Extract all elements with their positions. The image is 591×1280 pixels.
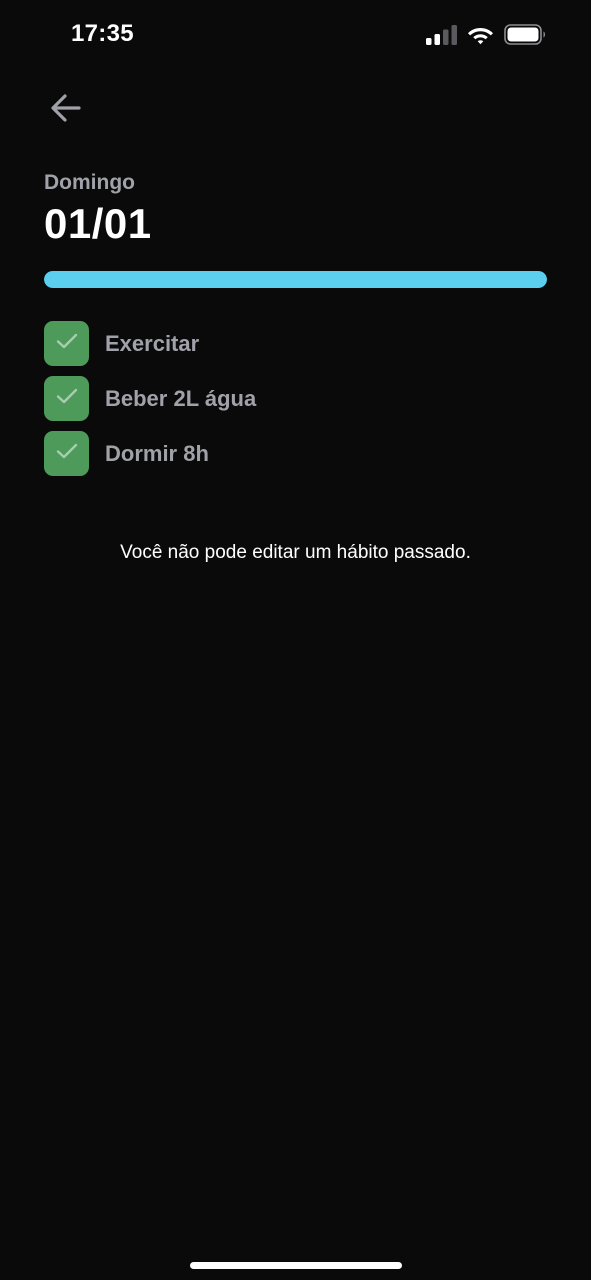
habit-checkbox[interactable] <box>44 376 89 421</box>
habit-label: Dormir 8h <box>105 440 209 466</box>
checkmark-icon <box>55 384 79 413</box>
habit-item-dormir[interactable]: Dormir 8h <box>44 431 256 476</box>
progress-bar <box>44 271 547 288</box>
habit-checkbox[interactable] <box>44 431 89 476</box>
habit-label: Exercitar <box>105 330 200 356</box>
cellular-signal-icon <box>426 24 457 50</box>
habit-list: Exercitar Beber 2L água Dormir 8h <box>44 321 256 486</box>
past-habit-notice: Você não pode editar um hábito passado. <box>120 542 471 563</box>
habit-label: Beber 2L água <box>105 385 257 411</box>
home-indicator[interactable] <box>190 1262 402 1269</box>
status-icons <box>426 24 547 50</box>
checkmark-icon <box>55 329 79 358</box>
wifi-icon <box>467 25 494 50</box>
date-title: 01/01 <box>44 200 152 247</box>
weekday-label: Domingo <box>44 171 135 194</box>
arrow-left-icon <box>49 91 83 130</box>
progress-bar-fill <box>44 271 547 288</box>
back-button[interactable] <box>44 88 88 132</box>
habit-item-beber-agua[interactable]: Beber 2L água <box>44 376 256 421</box>
battery-icon <box>504 24 547 50</box>
habit-checkbox[interactable] <box>44 321 89 366</box>
status-bar: 17:35 <box>0 0 591 72</box>
checkmark-icon <box>55 439 79 468</box>
status-time: 17:35 <box>71 20 134 47</box>
habit-item-exercitar[interactable]: Exercitar <box>44 321 256 366</box>
